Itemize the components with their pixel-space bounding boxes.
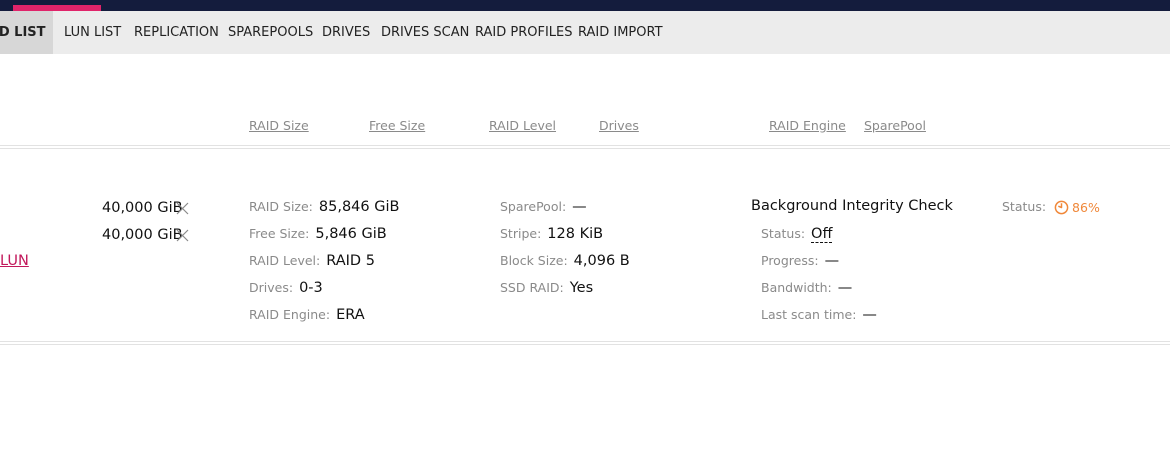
detail-value: RAID 5 (326, 253, 375, 269)
bic-progress: Progress: — (761, 253, 839, 269)
column-header-raid-size[interactable]: RAID Size (249, 118, 309, 133)
detail-label: Bandwidth: (761, 280, 832, 295)
detail-raid-level: RAID Level: RAID 5 (249, 253, 375, 269)
detail-label: Status: (761, 226, 806, 241)
detail-label: Block Size: (500, 253, 568, 268)
detail-label: RAID Size: (249, 199, 313, 214)
tab-raid-profiles[interactable]: RAID PROFILES (475, 11, 573, 54)
tab-lun-list[interactable]: LUN LIST (64, 11, 121, 54)
detail-raid-size: RAID Size: 85,846 GiB (249, 199, 399, 215)
detail-value: 4,096 B (573, 253, 630, 269)
close-icon[interactable] (176, 229, 189, 242)
detail-label: RAID Engine: (249, 307, 331, 322)
create-lun-link[interactable]: LUN (0, 253, 29, 269)
detail-value: 5,846 GiB (315, 226, 387, 242)
bic-bandwidth: Bandwidth: — (761, 280, 852, 296)
status-label: Status: (1002, 199, 1047, 214)
detail-value: 0-3 (299, 280, 323, 296)
tab-sparepools[interactable]: SPAREPOOLS (228, 11, 313, 54)
row-divider-top-inner (0, 148, 1170, 149)
detail-label: RAID Level: (249, 253, 321, 268)
column-header-sparepool[interactable]: SparePool (864, 118, 926, 133)
lun-size: 40,000 GiB (102, 227, 183, 243)
detail-value: Yes (569, 280, 594, 296)
detail-value: ERA (336, 307, 365, 323)
detail-drives: Drives: 0-3 (249, 280, 323, 296)
column-header-drives[interactable]: Drives (599, 118, 639, 133)
detail-label: SSD RAID: (500, 280, 564, 295)
detail-raid-engine: RAID Engine: ERA (249, 307, 365, 323)
tab-replication[interactable]: REPLICATION (134, 11, 219, 54)
tab-drives[interactable]: DRIVES (322, 11, 370, 54)
column-header-raid-engine[interactable]: RAID Engine (769, 118, 846, 133)
tab-raid-import[interactable]: RAID IMPORT (578, 11, 663, 54)
detail-label: SparePool: (500, 199, 567, 214)
tab-raid-list[interactable]: ID LIST (0, 11, 53, 54)
detail-value: 85,846 GiB (318, 199, 400, 215)
detail-label: Free Size: (249, 226, 310, 241)
detail-value: — (824, 253, 840, 269)
bic-title: Background Integrity Check (751, 198, 953, 214)
detail-label: Last scan time: (761, 307, 857, 322)
column-header-raid-level[interactable]: RAID Level (489, 118, 556, 133)
detail-free-size: Free Size: 5,846 GiB (249, 226, 387, 242)
raid-status: Status: 86% (1002, 199, 1100, 215)
row-divider-bottom-inner (0, 344, 1170, 345)
top-bar (0, 0, 1170, 11)
detail-label: Stripe: (500, 226, 542, 241)
detail-block-size: Block Size: 4,096 B (500, 253, 630, 269)
close-icon[interactable] (176, 202, 189, 215)
detail-value: 128 KiB (547, 226, 604, 242)
detail-value: — (862, 307, 877, 323)
progress-ring-icon (1054, 200, 1069, 215)
detail-value: — (837, 280, 853, 296)
detail-ssd-raid: SSD RAID: Yes (500, 280, 593, 296)
bic-last-scan: Last scan time: — (761, 307, 877, 323)
bic-status: Status: Off (761, 226, 833, 243)
row-divider-bottom (0, 341, 1170, 342)
column-header-free-size[interactable]: Free Size (369, 118, 425, 133)
bic-status-toggle[interactable]: Off (811, 226, 833, 243)
status-percent: 86% (1072, 200, 1100, 215)
lun-size: 40,000 GiB (102, 200, 183, 216)
detail-sparepool: SparePool: — (500, 199, 587, 215)
tab-bar: ID LIST LUN LIST REPLICATION SPAREPOOLS … (0, 11, 1170, 54)
detail-label: Progress: (761, 253, 819, 268)
tab-drives-scan[interactable]: DRIVES SCAN (381, 11, 469, 54)
row-divider-top (0, 145, 1170, 146)
detail-value: — (572, 199, 587, 215)
detail-label: Drives: (249, 280, 294, 295)
detail-stripe: Stripe: 128 KiB (500, 226, 603, 242)
